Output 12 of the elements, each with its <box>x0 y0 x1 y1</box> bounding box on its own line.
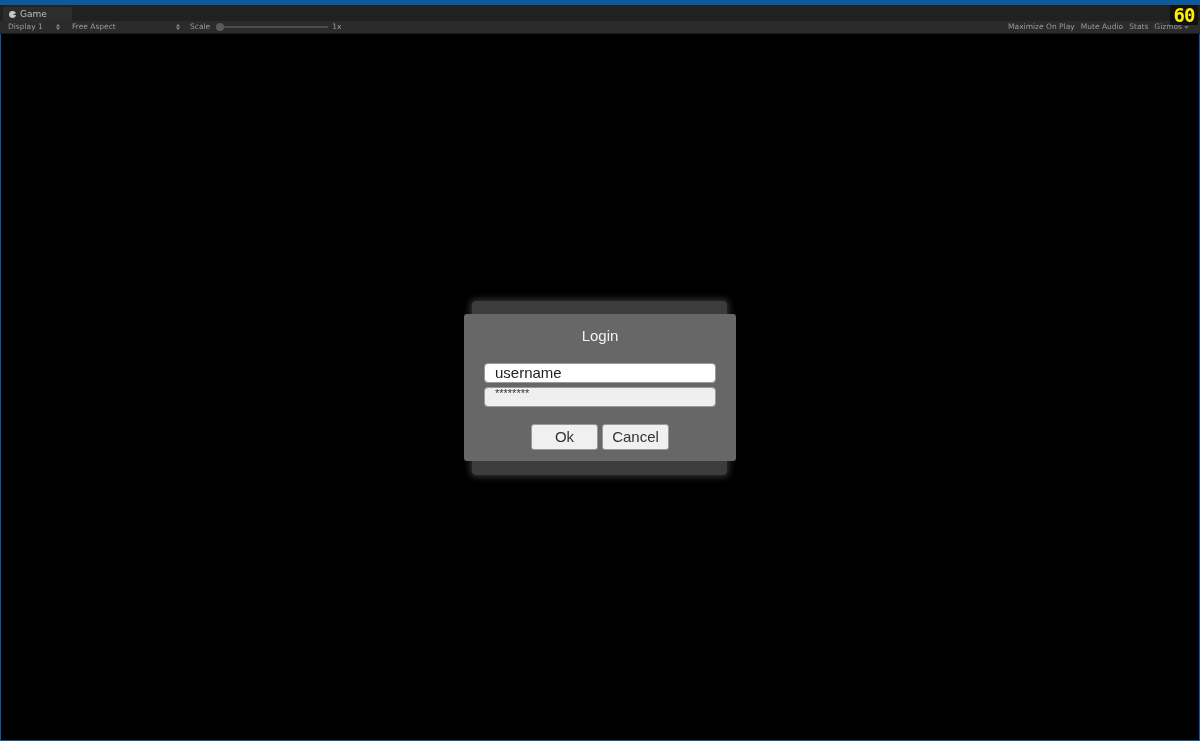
ok-button[interactable]: Ok <box>531 423 598 450</box>
game-tab[interactable]: Game <box>3 7 72 21</box>
up-down-arrows-icon <box>176 24 180 30</box>
dialog-title: Login <box>581 325 619 346</box>
scale-slider-thumb[interactable] <box>216 23 225 31</box>
scale-slider-track[interactable] <box>216 23 329 31</box>
username-field[interactable]: username <box>484 362 716 383</box>
password-field[interactable]: ******** <box>484 386 716 407</box>
cancel-button[interactable]: Cancel <box>602 423 669 450</box>
pie-icon <box>9 10 16 18</box>
up-down-arrows-icon <box>56 24 60 30</box>
fps-counter: 60 <box>1170 5 1198 25</box>
